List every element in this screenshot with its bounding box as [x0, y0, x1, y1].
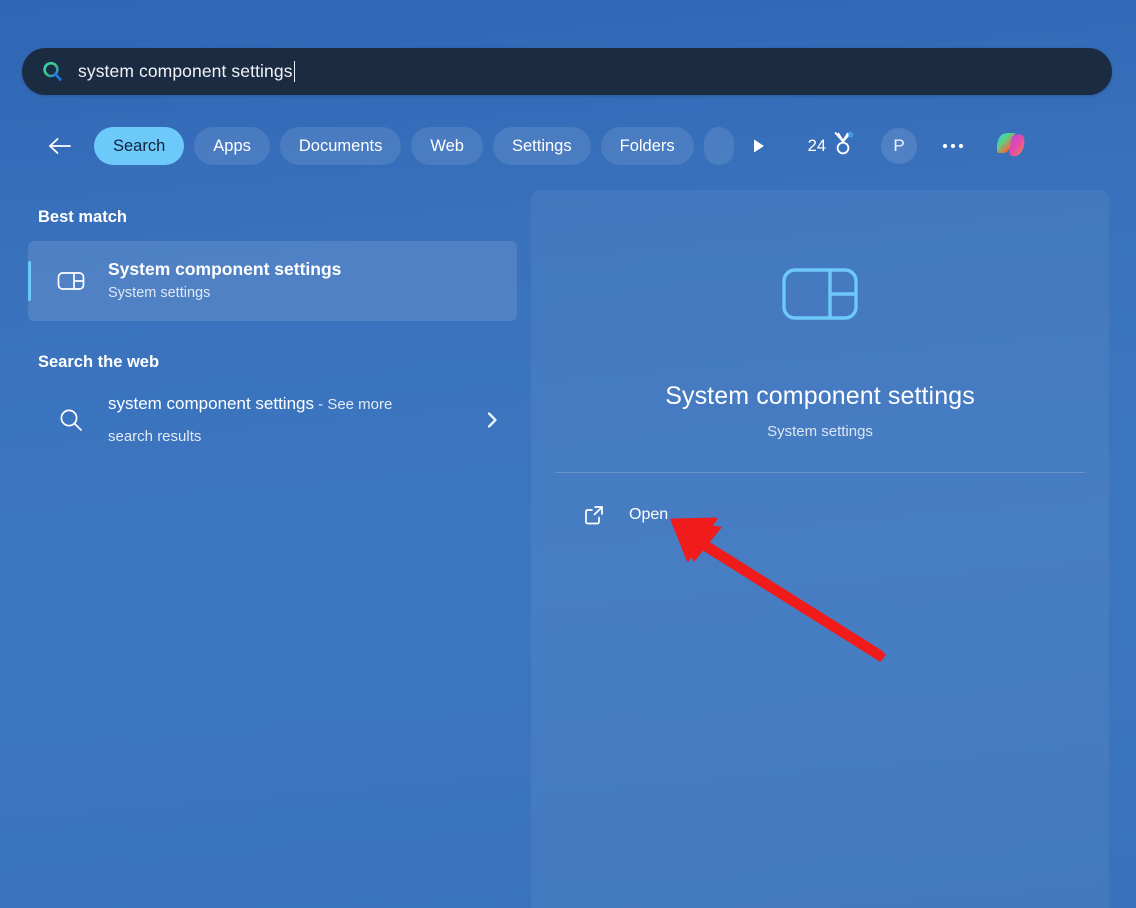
chevron-right-icon[interactable]: [477, 405, 507, 435]
tab-search[interactable]: Search: [94, 127, 185, 165]
more-options-icon[interactable]: [933, 126, 973, 166]
search-bar[interactable]: system component settings: [22, 48, 1112, 95]
web-result-query: system component settings: [108, 394, 314, 413]
web-search-result[interactable]: system component settings - See more sea…: [28, 384, 517, 456]
tab-settings[interactable]: Settings: [492, 127, 591, 165]
tab-apps[interactable]: Apps: [194, 127, 270, 165]
rewards-count: 24: [807, 136, 826, 155]
system-component-settings-icon: [772, 246, 868, 342]
tab-documents[interactable]: Documents: [279, 127, 402, 165]
tab-web[interactable]: Web: [411, 127, 483, 165]
copilot-icon[interactable]: [989, 124, 1033, 168]
preview-subtitle: System settings: [767, 423, 873, 440]
open-action[interactable]: Open: [555, 495, 1085, 535]
open-label: Open: [629, 506, 669, 523]
back-button[interactable]: [40, 126, 80, 166]
open-external-icon: [581, 502, 607, 528]
medal-icon: [831, 131, 855, 162]
result-title: System component settings: [108, 259, 342, 279]
rewards-indicator[interactable]: 24: [804, 126, 859, 166]
best-match-heading: Best match: [38, 208, 127, 226]
tab-folders[interactable]: Folders: [600, 127, 694, 165]
web-result-label: system component settings - See more sea…: [108, 388, 428, 452]
selection-indicator: [28, 261, 31, 301]
search-input[interactable]: system component settings: [78, 61, 293, 82]
result-subtitle: System settings: [108, 285, 211, 301]
text-caret: [293, 61, 295, 82]
tab-overflow-clipped[interactable]: [703, 127, 734, 165]
best-match-result[interactable]: System component settings System setting…: [28, 241, 517, 321]
play-arrow-icon[interactable]: [738, 126, 778, 166]
search-the-web-heading: Search the web: [38, 353, 160, 371]
search-icon: [40, 59, 66, 85]
search-icon: [54, 403, 88, 437]
avatar[interactable]: P: [881, 128, 917, 164]
filter-tab-row: Search Apps Documents Web Settings Folde…: [40, 122, 1130, 170]
preview-panel: System component settings System setting…: [531, 190, 1109, 908]
system-component-settings-icon: [54, 264, 88, 298]
divider: [555, 472, 1085, 473]
preview-title: System component settings: [665, 382, 975, 410]
results-column: Best match System component settings Sys…: [0, 190, 531, 908]
